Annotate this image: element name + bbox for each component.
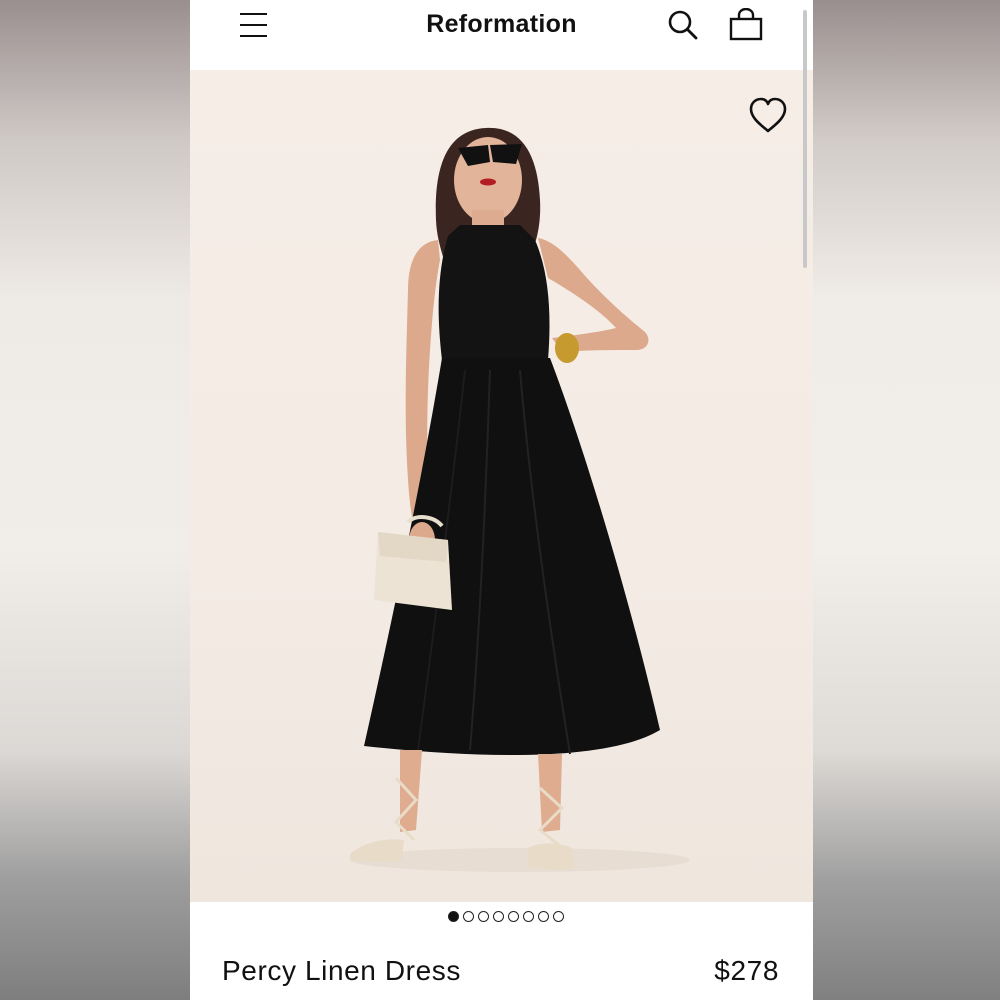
- gallery-pagination: [190, 911, 813, 929]
- gallery-dot[interactable]: [537, 911, 549, 922]
- gallery-dot[interactable]: [447, 911, 459, 922]
- product-price: $278: [714, 955, 779, 986]
- gallery-dot[interactable]: [492, 911, 504, 922]
- brand-logo[interactable]: Reformation: [190, 10, 813, 39]
- product-image[interactable]: [190, 70, 813, 902]
- backdrop-right: [813, 0, 1000, 1000]
- heart-icon[interactable]: [747, 96, 789, 136]
- mobile-screen: Reformation Percy Linen Dress $278: [190, 0, 813, 1000]
- scrollbar[interactable]: [803, 10, 807, 268]
- model-photo: [350, 127, 690, 872]
- top-nav-bar: Reformation: [190, 0, 813, 70]
- gallery-dot[interactable]: [462, 911, 474, 922]
- search-icon[interactable]: [666, 8, 700, 42]
- gallery-dot[interactable]: [507, 911, 519, 922]
- backdrop-left: [0, 0, 190, 1000]
- shopping-bag-icon[interactable]: [728, 8, 764, 44]
- gallery-dot[interactable]: [522, 911, 534, 922]
- gallery-dot[interactable]: [477, 911, 489, 922]
- product-name: Percy Linen Dress: [222, 955, 461, 986]
- gallery-dot[interactable]: [552, 911, 564, 922]
